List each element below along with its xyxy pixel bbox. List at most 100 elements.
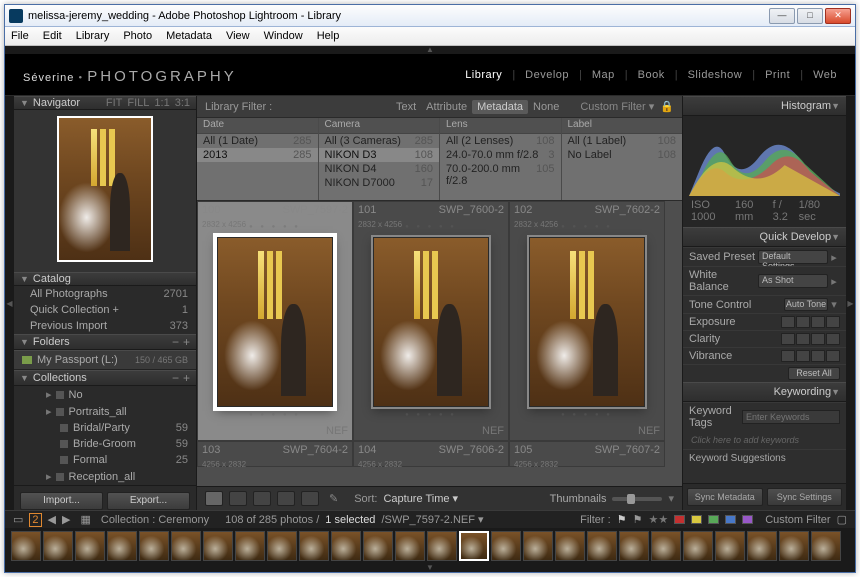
catalog-item[interactable]: Quick Collection +1 [14,302,196,318]
view-people-button[interactable] [301,491,319,506]
top-panel-toggle[interactable]: ▲ [5,46,855,54]
vibrance-minus-big[interactable] [781,350,795,362]
catalog-header[interactable]: ▼ Catalog [14,272,196,286]
label-yellow[interactable] [691,515,702,524]
clarity-plus-big[interactable] [826,333,840,345]
module-library[interactable]: Library [465,69,502,81]
catalog-item[interactable]: Previous Import373 [14,318,196,334]
nav-zoom-fill[interactable]: FILL [127,97,149,109]
module-map[interactable]: Map [592,69,615,81]
filmstrip-thumb[interactable] [299,531,329,561]
meta-row[interactable]: 24.0-70.0 mm f/2.83 [440,148,561,162]
meta-row[interactable]: NIKON D3108 [319,148,440,162]
folders-plus[interactable]: + [183,335,190,349]
filmstrip-thumb[interactable] [459,531,489,561]
filmstrip-toggle[interactable]: ▼ [5,564,855,572]
meta-row[interactable]: 2013285 [197,148,318,162]
film-custom-filter[interactable]: Custom Filter [765,514,830,526]
meta-row[interactable]: All (2 Lenses)108 [440,134,561,148]
navigator-preview[interactable] [14,110,196,272]
auto-tone-button[interactable]: Auto Tone [784,298,828,311]
nav-zoom-3:1[interactable]: 3:1 [175,97,190,109]
window-minimize[interactable]: — [769,8,795,24]
right-panel-toggle[interactable]: ▶ [846,96,855,510]
meta-row[interactable]: NIKON D4160 [319,162,440,176]
sync-metadata-button[interactable]: Sync Metadata [687,488,763,506]
menu-photo[interactable]: Photo [123,30,152,42]
preset-expand-icon[interactable]: ▸ [828,251,840,264]
folders-header[interactable]: ▼ Folders − + [14,334,196,350]
meta-row[interactable]: No Label108 [562,148,683,162]
vibrance-minus[interactable] [796,350,810,362]
reset-all-button[interactable]: Reset All [788,367,840,380]
vibrance-plus-big[interactable] [826,350,840,362]
filmstrip-thumb[interactable] [811,531,841,561]
window-maximize[interactable]: □ [797,8,823,24]
film-path[interactable]: /SWP_7597-2.NEF ▾ [381,513,483,526]
meta-row[interactable]: All (1 Label)108 [562,134,683,148]
exposure-minus-big[interactable] [781,316,795,328]
meta-col-header[interactable]: Date [197,118,318,134]
import-button[interactable]: Import... [20,492,103,510]
flag-reject-icon[interactable]: ⚑ [633,513,643,526]
menu-edit[interactable]: Edit [43,30,62,42]
module-print[interactable]: Print [765,69,790,81]
tone-expand-icon[interactable]: ▾ [828,298,840,311]
filmstrip-thumb[interactable] [651,531,681,561]
export-button[interactable]: Export... [107,492,190,510]
sort-field[interactable]: Capture Time ▾ [383,492,458,505]
meta-row[interactable]: All (1 Date)285 [197,134,318,148]
keyword-input[interactable] [742,410,840,424]
view-survey-button[interactable] [277,491,295,506]
thumbnails-slider-label[interactable]: Thumbnails [550,493,607,505]
view-loupe-button[interactable] [229,491,247,506]
clarity-minus[interactable] [796,333,810,345]
filmstrip-thumb[interactable] [107,531,137,561]
grid-cell[interactable]: 104SWP_7606-24256 x 2832● ● ● ● ●● ● ● ●… [353,441,509,467]
sync-settings-button[interactable]: Sync Settings [767,488,843,506]
view-compare-button[interactable] [253,491,271,506]
filmstrip-thumb[interactable] [747,531,777,561]
grid-cell[interactable]: 101SWP_7600-22832 x 4256● ● ● ● ●● ● ● ●… [353,201,509,441]
grid-indicator-icon[interactable]: ▦ [80,513,90,526]
exposure-plus[interactable] [811,316,825,328]
module-slideshow[interactable]: Slideshow [688,69,743,81]
collection-item[interactable]: ▸Reception_all [14,468,196,485]
navigator-header[interactable]: ▼ Navigator FITFILL1:13:1 [14,96,196,110]
filmstrip-thumb[interactable] [587,531,617,561]
filmstrip-thumb[interactable] [395,531,425,561]
grid-cell[interactable]: 103SWP_7604-24256 x 2832● ● ● ● ●● ● ● ●… [197,441,353,467]
menu-window[interactable]: Window [264,30,303,42]
menu-metadata[interactable]: Metadata [166,30,212,42]
menu-library[interactable]: Library [76,30,110,42]
filmstrip-thumb[interactable] [171,531,201,561]
filter-tab-text[interactable]: Text [391,100,421,114]
filter-lock-icon[interactable]: 🔒 [660,100,674,113]
filmstrip-thumb[interactable] [715,531,745,561]
filmstrip-thumb[interactable] [331,531,361,561]
histogram-display[interactable] [683,116,846,198]
grid-cell[interactable]: 105SWP_7607-24256 x 2832● ● ● ● ●● ● ● ●… [509,441,665,467]
thumbnail-size-slider[interactable] [612,497,662,501]
filmstrip-thumb[interactable] [619,531,649,561]
left-panel-toggle[interactable]: ◀ [5,96,14,510]
collection-item[interactable]: Formal25 [14,452,196,468]
folders-minus[interactable]: − [172,335,179,349]
collection-item[interactable]: ▸Portraits_all [14,403,196,420]
filmstrip-thumb[interactable] [363,531,393,561]
menu-help[interactable]: Help [317,30,340,42]
window-close[interactable]: ✕ [825,8,851,24]
exposure-minus[interactable] [796,316,810,328]
nav-zoom-fit[interactable]: FIT [106,97,123,109]
meta-col-header[interactable]: Camera [319,118,440,134]
filmstrip-thumb[interactable] [267,531,297,561]
label-green[interactable] [708,515,719,524]
view-grid-button[interactable] [205,491,223,506]
filmstrip-thumb[interactable] [779,531,809,561]
menu-file[interactable]: File [11,30,29,42]
meta-col-header[interactable]: Label [562,118,683,134]
collection-item[interactable]: ▸No [14,386,196,403]
module-web[interactable]: Web [813,69,837,81]
clarity-minus-big[interactable] [781,333,795,345]
meta-row[interactable]: 70.0-200.0 mm f/2.8105 [440,162,561,188]
